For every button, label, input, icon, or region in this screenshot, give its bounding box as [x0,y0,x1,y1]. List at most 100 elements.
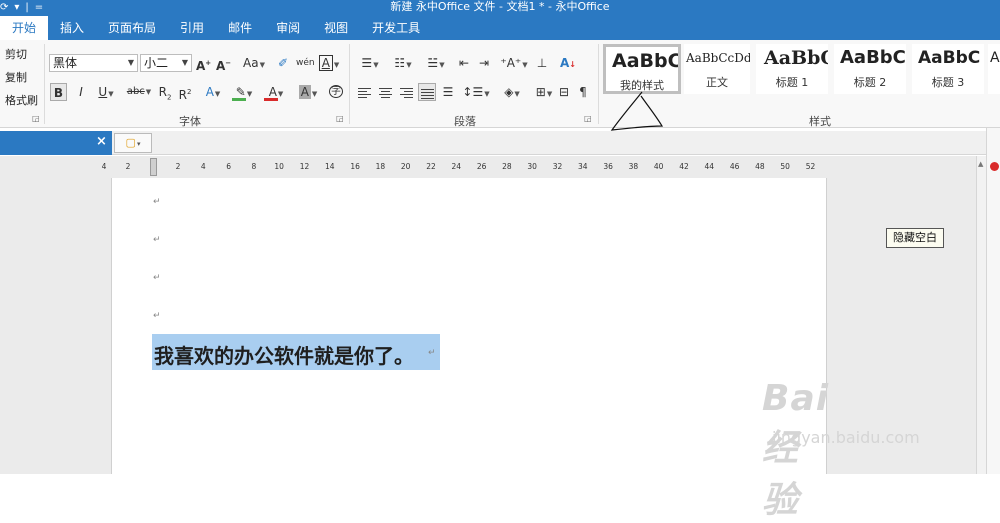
character-border-icon: A [318,55,333,71]
align-right-button[interactable] [398,83,414,101]
text-effects-button[interactable]: A▼ [200,83,226,101]
multilevel-list-button[interactable]: ☱▼ [421,54,451,72]
phonetic-guide-button[interactable]: wén [296,54,315,72]
tab-developer[interactable]: 开发工具 [360,16,432,40]
grow-font-button[interactable]: A+ [196,54,211,73]
paragraph-launcher-icon[interactable]: ◲ [584,114,592,123]
phonetic-guide-icon: wén [296,58,315,68]
style-preview: AaBbC [918,48,981,68]
line-spacing-button[interactable]: ↕☰▼ [462,83,490,101]
group-divider [44,44,45,124]
show-marks-button[interactable]: ¶ [576,83,590,101]
asian-layout-button[interactable]: ⁺A⁺▼ [500,54,528,72]
paragraph-settings-button[interactable]: ⊟ [556,83,572,101]
line-break-button[interactable]: ⊥ [534,54,550,72]
document-page[interactable] [111,178,827,474]
line-break-icon: ⊥ [536,56,548,70]
ruler-tick-label: 14 [325,162,335,171]
strikethrough-button[interactable]: abc▼ [124,83,154,101]
ruler-tick-label: 8 [251,162,257,171]
ruler-tick-label: 16 [350,162,360,171]
paragraph-mark: ↵ [153,235,161,245]
sort-icon: A [560,56,570,70]
style-name: 标题 2 [853,76,887,89]
grow-font-icon: A [196,59,206,73]
ruler-tick-label: 44 [704,162,715,171]
tab-review[interactable]: 审阅 [264,16,312,40]
character-border-button[interactable]: A ▼ [318,54,340,72]
align-left-button[interactable] [356,83,372,101]
copy-button[interactable]: 复制 [5,69,27,85]
style-my-style[interactable]: AaBbCc 我的样式 [603,44,681,94]
ruler-tick-label: 36 [603,162,613,171]
italic-button[interactable]: I [74,83,88,101]
indent-marker[interactable] [150,158,157,176]
borders-icon: ⊞ [535,85,546,99]
style-heading-2[interactable]: AaBbC 标题 2 [834,44,906,94]
superscript-icon: R [178,88,187,102]
tab-mailings[interactable]: 邮件 [216,16,264,40]
cut-button[interactable]: 剪切 [5,46,27,62]
ruler-tick-label: 2 [125,162,131,171]
ruler-tick-label: 34 [578,162,588,171]
shrink-font-icon: A [216,59,226,73]
font-size-select[interactable]: 小二 ▼ [140,54,192,72]
font-group-label: 字体 [179,115,201,128]
style-more[interactable]: A [988,44,1000,94]
subscript-button[interactable]: R2 [158,83,172,101]
numbered-list-icon: ☷ [394,56,406,70]
justify-button[interactable] [418,83,436,101]
font-family-select[interactable]: 黑体 ▼ [49,54,138,72]
watermark-url: jingyan.baidu.com [772,428,920,447]
decrease-indent-button[interactable]: ⇤ [456,54,472,72]
align-center-button[interactable] [377,83,393,101]
clipboard-launcher-icon[interactable]: ◲ [32,114,40,123]
distributed-button[interactable]: ☰ [440,83,456,101]
tab-home[interactable]: 开始 [0,16,49,40]
increase-indent-button[interactable]: ⇥ [476,54,492,72]
close-icon[interactable]: × [96,134,107,149]
style-heading-3[interactable]: AaBbC 标题 3 [912,44,984,94]
clear-format-button[interactable]: ✐ [276,54,290,72]
tab-insert[interactable]: 插入 [48,16,96,40]
new-document-button[interactable]: ▢▾ [114,133,152,153]
superscript-button[interactable]: R2 [178,83,192,102]
tab-view[interactable]: 视图 [312,16,360,40]
align-left-icon [357,86,371,100]
vertical-scrollbar[interactable]: ▲ [976,156,986,474]
tab-page-layout[interactable]: 页面布局 [96,16,168,40]
font-launcher-icon[interactable]: ◲ [336,114,344,123]
numbering-button[interactable]: ☷▼ [388,54,418,72]
ruler-tick-label: 12 [299,162,310,171]
character-shading-button[interactable]: A ▼ [294,83,322,101]
ruler-tick-label: 2 [175,162,181,171]
side-pane-icon[interactable] [990,162,999,171]
borders-button[interactable]: ⊞▼ [530,83,558,101]
style-name: 标题 3 [931,76,965,89]
highlight-button[interactable]: ✎▼ [230,83,258,101]
shading-button[interactable]: ◈▼ [498,83,526,101]
drawn-triangle-annotation [610,91,664,131]
underline-button[interactable]: U▼ [94,83,118,101]
style-preview: AaBbCcDd [686,51,750,65]
font-color-button[interactable]: A▼ [262,83,290,101]
enclose-character-button[interactable]: 字 [328,83,344,101]
paragraph-settings-icon: ⊟ [558,85,570,99]
sort-button[interactable]: A↓ [560,54,576,72]
shrink-font-button[interactable]: A− [216,54,231,73]
tab-references[interactable]: 引用 [168,16,216,40]
distributed-icon: ☰ [442,85,454,99]
ruler-tick-label: 38 [628,162,639,171]
horizontal-ruler[interactable]: 4 2 2 4 6 8 10 12 14 16 18 20 22 24 26 28 30 32 34 36 38 40 42… [96,160,826,174]
change-case-button[interactable]: Aa▼ [240,54,268,72]
bullets-button[interactable]: ☰▼ [355,54,385,72]
scroll-up-icon[interactable]: ▲ [978,160,983,168]
style-heading-1[interactable]: AaBbC 标题 1 [756,44,828,94]
bold-button[interactable]: B [50,83,67,101]
strikethrough-icon: abc [126,86,145,97]
style-normal[interactable]: AaBbCcDd 正文 [684,44,750,94]
new-document-icon: ▢ [125,136,136,149]
line-spacing-icon: ↕☰ [462,85,484,99]
format-painter-button[interactable]: 格式刷 [5,92,38,108]
document-body-text[interactable]: 我喜欢的办公软件就是你了。 [154,340,414,369]
